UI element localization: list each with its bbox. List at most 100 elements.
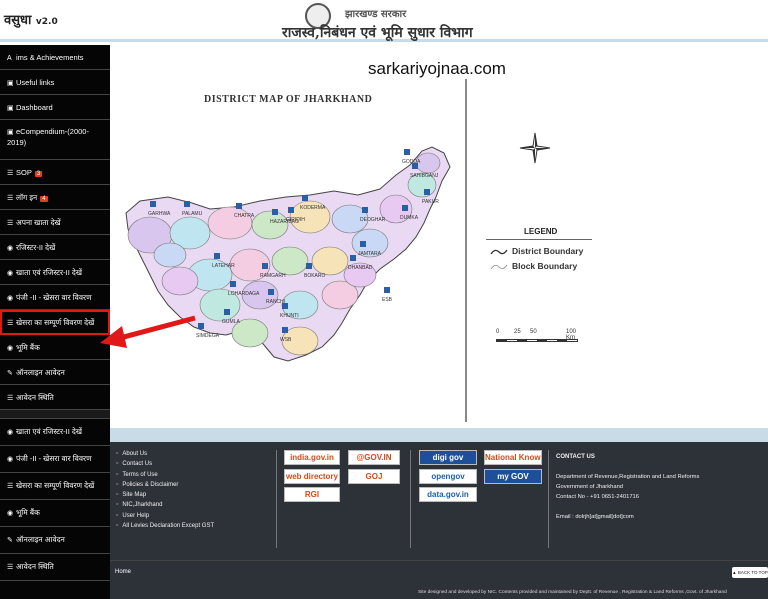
contact-block: CONTACT US Department of Revenue,Registr…: [556, 452, 699, 522]
sidebar-item[interactable]: ▣ eCompendium-(2000-2019): [0, 120, 110, 160]
partner-logo-link[interactable]: india.gov.in: [284, 450, 340, 465]
scale-label: 0: [496, 329, 500, 335]
sidebar-item-icon: ▣: [7, 129, 14, 136]
district-region[interactable]: [311, 246, 349, 276]
partner-logo-link[interactable]: digi gov: [419, 450, 477, 465]
sidebar-item-label: लॉग इन: [16, 193, 38, 202]
partner-logo-link[interactable]: @GOV.IN: [348, 450, 400, 465]
sidebar-item-label: भूमि बैंक: [16, 508, 40, 517]
sidebar-item[interactable]: ◉ भूमि बैंक: [0, 500, 110, 527]
sidebar-item[interactable]: ✎ ऑनलाइन आवेदन: [0, 527, 110, 554]
sidebar-item-icon: ◉: [7, 429, 14, 436]
district-hq-marker-icon: [224, 309, 230, 315]
block-boundary-swatch-icon: [490, 264, 508, 269]
district-label: LATEHAR: [212, 263, 235, 269]
sidebar-item-label: आवेदन स्थिति: [16, 562, 54, 571]
district-region[interactable]: [153, 242, 187, 268]
partner-logo-link[interactable]: opengov: [419, 469, 477, 484]
sidebar-item-label: Dashboard: [16, 103, 53, 112]
district-hq-marker-icon: [362, 207, 368, 213]
sidebar-item-label: रजिस्टर-II देखें: [16, 243, 56, 252]
map-scale-bar: 0 25 50 100 Km: [496, 329, 586, 351]
sidebar-item[interactable]: ◉ भूमि बैंक: [0, 335, 110, 360]
footer-divider: [410, 450, 411, 548]
notification-badge: 4: [40, 196, 48, 202]
partner-logo-link[interactable]: GOJ: [348, 469, 400, 484]
district-hq-marker-icon: [236, 203, 242, 209]
footer-divider: [276, 450, 277, 548]
district-label: DHANBAD: [348, 265, 373, 271]
sidebar-item[interactable]: ☰ आवेदन स्थिति: [0, 554, 110, 581]
district-hq-marker-icon: [288, 207, 294, 213]
district-label: LOHARDAGA: [228, 291, 260, 297]
sidebar-item-icon: ▣: [7, 105, 14, 112]
sidebar-item[interactable]: ◉ खाता एवं रजिस्टर-II देखें: [0, 260, 110, 285]
back-to-top-button[interactable]: ▲ BACK TO TOP: [732, 567, 768, 578]
district-label: JAMTARA: [358, 251, 382, 257]
sidebar-item[interactable]: ☰ आवेदन स्थिति: [0, 385, 110, 410]
jharkhand-district-map[interactable]: SAHIBGANJGODDAPAKURDUMKADEOGHARJAMTARAGI…: [110, 105, 465, 405]
footer: About UsContact UsTerms of UsePolicies &…: [110, 442, 768, 560]
district-label: PAKUR: [422, 199, 439, 205]
partner-logo-link[interactable]: web directory: [284, 469, 340, 484]
footer-link[interactable]: About Us: [116, 450, 214, 460]
district-region[interactable]: [271, 246, 309, 276]
sidebar-item-icon: ☰: [7, 195, 14, 202]
footer-link[interactable]: All Levies Declaration Except GST: [116, 522, 214, 532]
district-label: SIMDEGA: [196, 333, 220, 339]
sidebar-item-icon: A: [7, 55, 12, 62]
district-hq-marker-icon: [282, 303, 288, 309]
sidebar-item-label: ऑनलाइन आवेदन: [16, 368, 65, 377]
district-region[interactable]: [207, 206, 253, 240]
district-hq-marker-icon: [198, 323, 204, 329]
sidebar-item[interactable]: ☰ अपना खाता देखें: [0, 210, 110, 235]
sidebar-item[interactable]: ◉ पंजी -II - खेसरा वार विवरण: [0, 285, 110, 310]
partner-logo-link[interactable]: National Knowledge Network: [484, 450, 542, 465]
footer-link[interactable]: Site Map: [116, 491, 214, 501]
site-logo[interactable]: वसुधा v2.0: [4, 10, 58, 28]
legend-district-boundary: District Boundary: [490, 246, 583, 256]
sidebar-item[interactable]: ☰ लॉग इन 4: [0, 185, 110, 210]
sidebar-item[interactable]: ◉ खाता एवं रजिस्टर-II देखें: [0, 419, 110, 446]
footer-link[interactable]: Policies & Disclaimer: [116, 481, 214, 491]
watermark-text: sarkariyojnaa.com: [368, 59, 506, 78]
partner-logo-link[interactable]: data.gov.in: [419, 487, 477, 502]
district-region[interactable]: [161, 266, 199, 296]
footer-link[interactable]: User Help: [116, 512, 214, 522]
north-arrow-icon: [519, 132, 551, 164]
sidebar-item[interactable]: ◉ रजिस्टर-II देखें: [0, 235, 110, 260]
partner-logo-link[interactable]: my GOV: [484, 469, 542, 484]
district-hq-marker-icon: [384, 287, 390, 293]
district-hq-marker-icon: [404, 149, 410, 155]
sidebar-item[interactable]: ☰ खेसरा का सम्पूर्ण विवरण देखें: [0, 473, 110, 500]
district-label: DEOGHAR: [360, 217, 386, 223]
sidebar-item-label: Useful links: [16, 78, 55, 87]
sidebar-nav: Aims & Achievements ▣ Useful links ▣ Dashboa…: [0, 45, 110, 599]
sidebar-item[interactable]: ◉ पंजी -II - खेसरा वार विवरण: [0, 446, 110, 473]
sidebar-item-label: अपना खाता देखें: [16, 218, 61, 227]
sidebar-item[interactable]: Aims & Achievements: [0, 45, 110, 70]
notification-badge: 3: [34, 171, 43, 177]
sidebar-item-label: पंजी -II - खेसरा वार विवरण: [16, 293, 92, 302]
footer-link[interactable]: NIC,Jharkhand: [116, 501, 214, 511]
legend-title: LEGEND: [524, 227, 558, 236]
home-link[interactable]: Home: [115, 569, 131, 575]
district-label: ESB: [382, 297, 393, 303]
sidebar-item-label: SOP: [16, 168, 32, 177]
district-label: SAHIBGANJ: [410, 173, 439, 179]
district-region[interactable]: [251, 210, 289, 240]
sidebar-item-icon: ◉: [7, 345, 14, 352]
district-label: GODDA: [402, 159, 421, 165]
partner-logo-link[interactable]: RGI: [284, 487, 340, 502]
sidebar-item[interactable]: ▣ Useful links: [0, 70, 110, 95]
contact-department: Department of Revenue,Registration and L…: [556, 474, 700, 480]
district-label: GUMLA: [222, 319, 240, 325]
sidebar-item-label: खेसरा का सम्पूर्ण विवरण देखें: [16, 318, 95, 327]
sidebar-item[interactable]: ☰ खेसरा का सम्पूर्ण विवरण देखें: [0, 310, 110, 335]
sidebar-item[interactable]: ☰ SOP 3: [0, 160, 110, 185]
sidebar-item[interactable]: ✎ ऑनलाइन आवेदन: [0, 360, 110, 385]
footer-link[interactable]: Terms of Use: [116, 471, 214, 481]
footer-link[interactable]: Contact Us: [116, 460, 214, 470]
sidebar-item-label: खेसरा का सम्पूर्ण विवरण देखें: [16, 481, 95, 490]
sidebar-item[interactable]: ▣ Dashboard: [0, 95, 110, 120]
